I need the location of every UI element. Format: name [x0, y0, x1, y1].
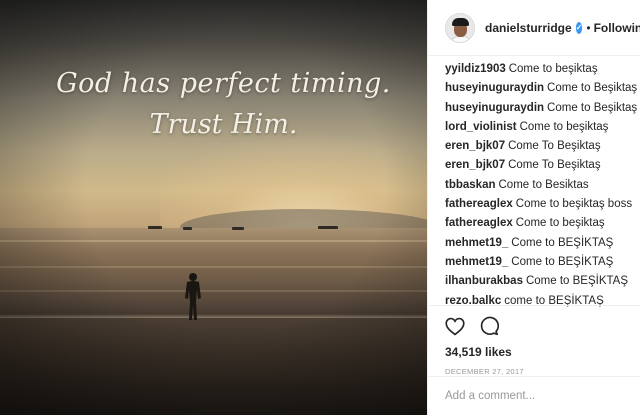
comment-text: Come to BEŞİKTAŞ — [525, 275, 629, 288]
comment-text: Come to beşiktaş — [515, 217, 605, 230]
following-button[interactable]: Following — [594, 21, 640, 35]
comment-item: lord_violinist Come to beşiktaş — [445, 118, 640, 137]
quote-line-1: God has perfect timing. — [56, 68, 391, 99]
comment-text: Come to beşiktaş — [508, 63, 598, 75]
quote-line-2: Trust Him. — [149, 109, 298, 140]
avatar-shirt — [449, 35, 473, 42]
comment-item: ilhanburakbas Come to BEŞİKTAŞ — [445, 272, 640, 291]
comment-item: eren_bjk07 Come To Beşiktaş — [445, 156, 640, 175]
comment-item: tbbaskan Come to Besiktas — [445, 176, 640, 195]
comment-text: Come to beşiktaş — [519, 120, 609, 133]
comment-input[interactable] — [445, 390, 625, 402]
post-date: DECEMBER 27, 2017 — [445, 367, 524, 376]
avatar-cap — [452, 17, 469, 26]
username-link[interactable]: danielsturridge — [485, 21, 572, 35]
action-icons — [445, 315, 640, 337]
comment-text: Come to BEŞİKTAŞ — [511, 255, 614, 268]
heart-icon[interactable] — [445, 317, 465, 336]
avatar[interactable] — [445, 12, 475, 43]
comment-username-link[interactable]: eren_bjk07 — [445, 159, 505, 171]
comment-username-link[interactable]: fathereaglex — [445, 198, 513, 210]
comment-username-link[interactable]: mehmet19_ — [445, 256, 508, 268]
comment-item: huseyinuguraydin Come to Beşiktaş — [445, 99, 640, 118]
post-side-panel: danielsturridge ✓ • Following yyildiz190… — [427, 0, 640, 415]
comment-list: yyildiz1903 Come to beşiktaş huseyinugura… — [428, 56, 640, 311]
post-photo[interactable]: God has perfect timing. Trust Him. — [0, 0, 427, 415]
verified-badge-icon: ✓ — [575, 21, 583, 34]
comment-username-link[interactable]: eren_bjk07 — [445, 140, 505, 152]
comment-username-link[interactable]: huseyinuguraydin — [445, 82, 544, 94]
comment-text: Come to BEŞİKTAŞ — [511, 236, 614, 249]
comment-username-link[interactable]: lord_violinist — [445, 121, 517, 133]
comment-item: fathereaglex Come to beşiktaş — [445, 214, 640, 233]
comment-item: mehmet19_ Come to BEŞİKTAŞ — [445, 253, 640, 272]
comment-text: Come to Beşiktaş — [547, 101, 638, 114]
photo-quote: God has perfect timing. Trust Him. — [0, 68, 427, 140]
vignette — [0, 0, 427, 415]
comment-username-link[interactable]: huseyinuguraydin — [445, 102, 544, 114]
like-count[interactable]: 34,519 likes — [445, 345, 640, 359]
comment-username-link[interactable]: fathereaglex — [445, 217, 513, 229]
comment-text: Come to Besiktas — [498, 178, 589, 191]
comment-item: fathereaglex Come to beşiktaş boss — [445, 195, 640, 214]
comment-username-link[interactable]: yyildiz1903 — [445, 63, 506, 75]
comment-item: eren_bjk07 Come To Beşiktaş — [445, 137, 640, 156]
add-comment-bar — [428, 376, 640, 415]
comment-item: huseyinuguraydin Come to Beşiktaş — [445, 79, 640, 98]
post-actions: 34,519 likes DECEMBER 27, 2017 — [428, 305, 640, 376]
comment-text: Come To Beşiktaş — [508, 140, 601, 153]
comment-text: Come to beşiktaş boss — [515, 198, 633, 211]
comment-item: mehmet19_ Come to BEŞİKTAŞ — [445, 234, 640, 253]
comment-text: Come To Beşiktaş — [508, 159, 601, 172]
comment-username-link[interactable]: tbbaskan — [445, 179, 496, 191]
separator-dot: • — [586, 20, 591, 35]
post-header: danielsturridge ✓ • Following — [428, 0, 640, 56]
comment-icon[interactable] — [479, 316, 499, 336]
comment-text: Come to Beşiktaş — [547, 82, 638, 95]
comment-username-link[interactable]: mehmet19_ — [445, 237, 508, 249]
comment-username-link[interactable]: ilhanburakbas — [445, 275, 523, 287]
comment-item: yyildiz1903 Come to beşiktaş — [445, 60, 640, 79]
